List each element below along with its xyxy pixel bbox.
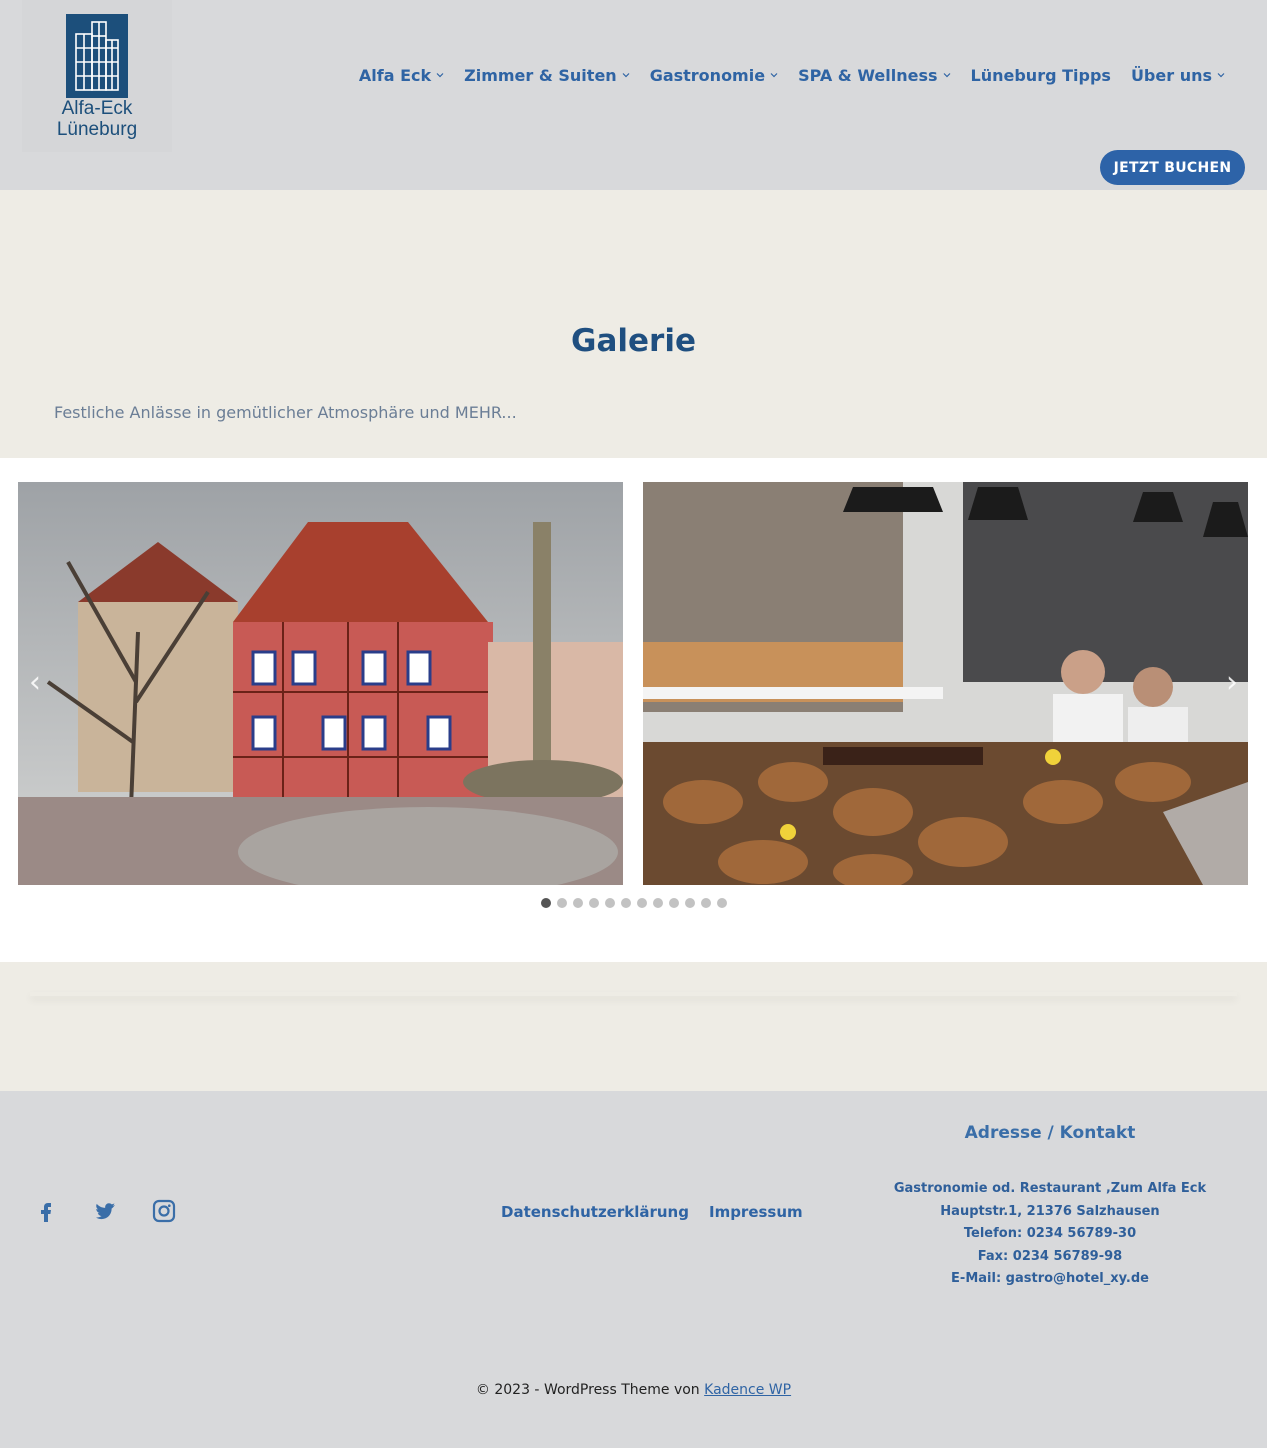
chevron-down-icon bbox=[436, 71, 444, 79]
contact-line-address: Hauptstr.1, 21376 Salzhausen bbox=[940, 1203, 1160, 1219]
slider-dot[interactable] bbox=[556, 898, 567, 908]
contact-title: Adresse / Kontakt bbox=[964, 1123, 1136, 1143]
contact-line-name: Gastronomie od. Restaurant ‚Zum Alfa Eck bbox=[893, 1181, 1207, 1196]
nav-item-zimmer-suiten[interactable]: Zimmer & Suiten bbox=[454, 62, 640, 88]
copyright-text: © 2023 - WordPress Theme von bbox=[475, 1382, 705, 1398]
social-links bbox=[34, 1199, 176, 1223]
slider-dot[interactable] bbox=[588, 898, 599, 908]
footer-link-datenschutz[interactable]: Datenschutzerklärung bbox=[501, 1203, 689, 1221]
divider bbox=[30, 992, 1237, 996]
chevron-down-icon bbox=[943, 71, 951, 79]
gallery-image-bakery[interactable] bbox=[643, 482, 1248, 885]
gallery-image-half-timbered-houses[interactable] bbox=[18, 482, 623, 885]
chevron-right-icon[interactable]: › bbox=[1217, 668, 1247, 698]
content-band bbox=[0, 962, 1267, 1091]
nav-item-label: Lüneburg Tipps bbox=[970, 65, 1111, 85]
chevron-down-icon bbox=[1217, 71, 1225, 79]
chevron-left-icon[interactable]: ‹ bbox=[20, 668, 50, 698]
gallery-slider: ‹ › bbox=[0, 458, 1267, 962]
slider-dot[interactable] bbox=[684, 898, 695, 908]
nav-item-label: Zimmer & Suiten bbox=[464, 65, 617, 85]
slider-dot[interactable] bbox=[652, 898, 663, 908]
nav-item-gastronomie[interactable]: Gastronomie bbox=[640, 62, 788, 88]
contact-line-fax: Fax: 0234 56789-98 bbox=[977, 1248, 1123, 1264]
chevron-down-icon bbox=[622, 71, 630, 79]
slider-dot[interactable] bbox=[668, 898, 679, 908]
logo-text-line2: Lüneburg bbox=[56, 119, 138, 140]
nav-item-alfa-eck[interactable]: Alfa Eck bbox=[349, 62, 454, 88]
contact-line-email: E-Mail: gastro@hotel_xy.de bbox=[951, 1271, 1149, 1286]
page-hero: Galerie Festliche Anlässe in gemütlicher… bbox=[0, 190, 1267, 458]
instagram-icon[interactable] bbox=[152, 1199, 176, 1223]
slider-dot[interactable] bbox=[636, 898, 647, 908]
copyright: © 2023 - WordPress Theme von Kadence WP bbox=[0, 1382, 1267, 1398]
nav-item-ueber-uns[interactable]: Über uns bbox=[1121, 62, 1235, 88]
book-now-button[interactable]: JETZT BUCHEN bbox=[1100, 150, 1245, 185]
nav-item-label: Alfa Eck bbox=[358, 65, 432, 85]
slider-dot[interactable] bbox=[604, 898, 615, 908]
facebook-icon[interactable] bbox=[34, 1199, 58, 1223]
slider-dot[interactable] bbox=[716, 898, 727, 908]
kadence-wp-link[interactable]: Kadence WP bbox=[704, 1382, 791, 1398]
page-subtitle: Festliche Anlässe in gemütlicher Atmosph… bbox=[54, 403, 517, 422]
nav-item-label: Gastronomie bbox=[649, 65, 766, 85]
slider-dot[interactable] bbox=[620, 898, 631, 908]
contact-line-phone: Telefon: 0234 56789-30 bbox=[963, 1226, 1137, 1241]
slider-dot[interactable] bbox=[572, 898, 583, 908]
nav-item-label: Über uns bbox=[1130, 65, 1212, 85]
page-title: Galerie bbox=[571, 323, 696, 359]
slider-pagination bbox=[0, 898, 1267, 908]
slider-dot[interactable] bbox=[540, 898, 551, 908]
footer-links: Datenschutzerklärung Impressum bbox=[501, 1203, 803, 1221]
logo-text-line1: Alfa-Eck bbox=[61, 98, 133, 119]
chevron-down-icon bbox=[770, 71, 778, 79]
footer-link-impressum[interactable]: Impressum bbox=[709, 1203, 803, 1221]
building-logo-icon bbox=[66, 14, 128, 98]
twitter-icon[interactable] bbox=[93, 1199, 117, 1223]
nav-item-spa-wellness[interactable]: SPA & Wellness bbox=[788, 62, 960, 88]
site-logo[interactable]: Alfa-Eck Lüneburg bbox=[22, 0, 172, 152]
slider-dot[interactable] bbox=[700, 898, 711, 908]
main-navigation: Alfa Eck Zimmer & Suiten Gastronomie SPA… bbox=[349, 62, 1235, 88]
site-header: Alfa-Eck Lüneburg Alfa Eck Zimmer & Suit… bbox=[0, 0, 1267, 190]
nav-item-label: SPA & Wellness bbox=[798, 65, 938, 85]
site-footer: Datenschutzerklärung Impressum Adresse /… bbox=[0, 1091, 1267, 1448]
contact-block: Adresse / Kontakt Gastronomie od. Restau… bbox=[860, 1123, 1240, 1291]
nav-item-lueneburg-tipps[interactable]: Lüneburg Tipps bbox=[961, 62, 1121, 88]
